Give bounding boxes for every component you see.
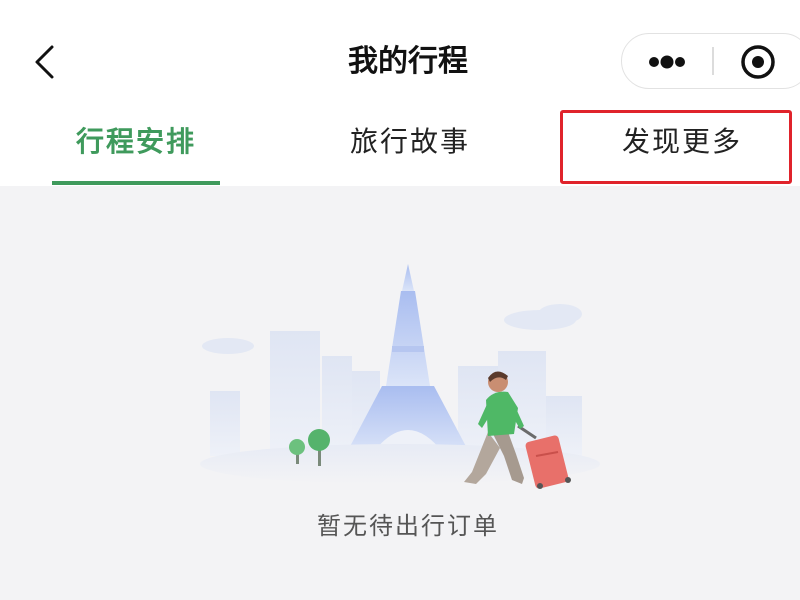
tab-travel-stories[interactable]: 旅行故事 [320,110,500,186]
mini-program-capsule [621,33,800,89]
highlight-box [560,110,792,184]
empty-state-message: 暂无待出行订单 [317,512,499,540]
target-circle-icon [741,45,775,79]
content-area: 暂无待出行订单 [0,186,800,600]
more-dots-icon [649,55,685,69]
more-button[interactable] [622,34,712,87]
navigation-bar: 我的行程 [0,0,800,110]
active-tab-indicator [52,181,220,185]
tab-itinerary[interactable]: 行程安排 [52,110,220,186]
traveler-eiffel-tower-illustration [200,264,600,489]
close-button[interactable] [714,34,800,87]
